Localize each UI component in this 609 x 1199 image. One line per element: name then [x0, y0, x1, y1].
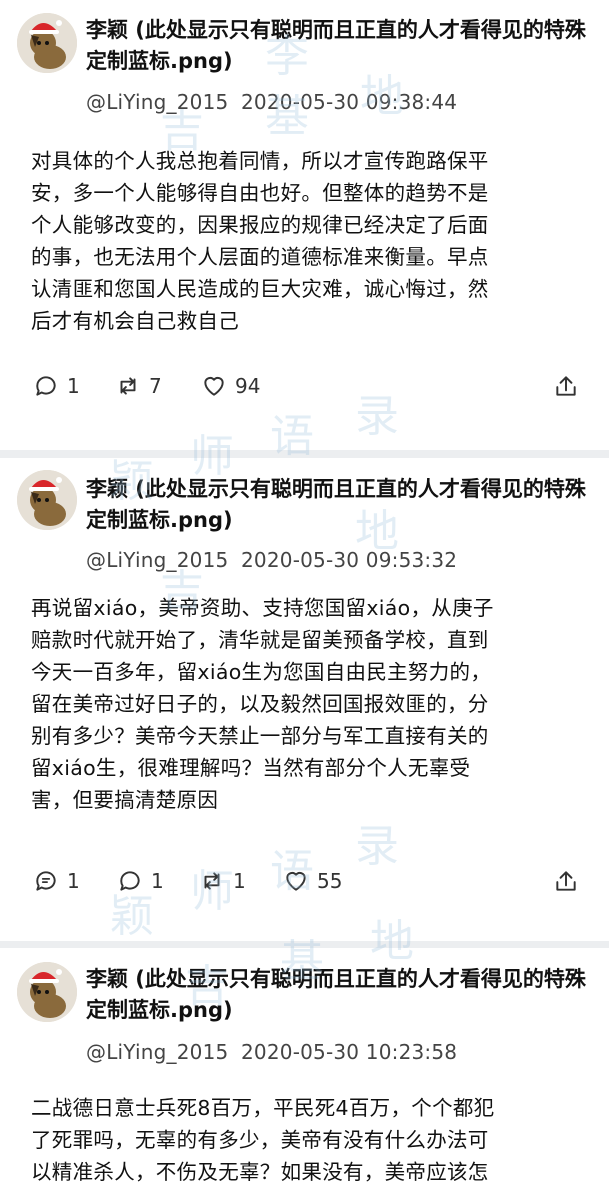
avatar[interactable]	[17, 13, 77, 73]
comment-icon	[120, 871, 140, 891]
retweet-icon	[120, 377, 136, 395]
display-name[interactable]: 李颖 (此处显示只有聪明而且正直的人才看得见的特殊定制蓝标.png)	[86, 15, 586, 77]
user-handle[interactable]: @LiYing_2015	[86, 1040, 228, 1064]
quote-count: 1	[67, 869, 80, 893]
heart-icon	[286, 871, 306, 891]
share-icon	[556, 871, 576, 891]
retweet-icon	[204, 872, 220, 890]
handle-timestamp: @LiYing_2015 2020-05-30 10:23:58	[86, 1040, 457, 1064]
retweet-count: 7	[149, 374, 162, 398]
tweet-actions: 1 1 1 55	[33, 868, 579, 898]
tweet-card[interactable]: 李颖 (此处显示只有聪明而且正直的人才看得见的特殊定制蓝标.png) @LiYi…	[0, 0, 609, 450]
dog-avatar-icon	[17, 470, 77, 530]
heart-icon	[204, 376, 224, 396]
user-handle[interactable]: @LiYing_2015	[86, 90, 228, 114]
avatar[interactable]	[17, 470, 77, 530]
dog-avatar-icon	[17, 13, 77, 73]
tweet-card[interactable]: 李颖 (此处显示只有聪明而且正直的人才看得见的特殊定制蓝标.png) @LiYi…	[0, 948, 609, 1199]
timestamp: 2020-05-30 09:38:44	[241, 90, 458, 114]
timestamp: 2020-05-30 10:23:58	[241, 1040, 458, 1064]
reply-button[interactable]: 1	[117, 868, 164, 894]
like-count: 55	[317, 869, 343, 893]
like-button[interactable]: 55	[283, 868, 342, 894]
share-button[interactable]	[553, 868, 579, 898]
tweet-actions: 1 7 94	[33, 373, 579, 403]
like-button[interactable]: 94	[201, 373, 260, 399]
tweet-text: 对具体的个人我总抱着同情，所以才宣传跑路保平 安，多一个人能够得自由也好。但整体…	[31, 149, 489, 333]
quote-button[interactable]: 1	[33, 868, 80, 894]
dog-avatar-icon	[17, 962, 77, 1022]
avatar[interactable]	[17, 962, 77, 1022]
tweet-card[interactable]: 李颖 (此处显示只有聪明而且正直的人才看得见的特殊定制蓝标.png) @LiYi…	[0, 458, 609, 941]
share-button[interactable]	[553, 373, 579, 403]
retweet-button[interactable]: 7	[115, 373, 162, 399]
tweet-text: 二战德日意士兵死8百万，平民死4百万，个个都犯 了死罪吗，无辜的有多少，美帝有没…	[31, 1096, 495, 1184]
comment-icon	[36, 376, 56, 396]
display-name[interactable]: 李颖 (此处显示只有聪明而且正直的人才看得见的特殊定制蓝标.png)	[86, 474, 586, 536]
handle-timestamp: @LiYing_2015 2020-05-30 09:53:32	[86, 548, 457, 572]
reply-count: 1	[151, 869, 164, 893]
retweet-button[interactable]: 1	[199, 868, 246, 894]
tweet-text: 再说留xiáo，美帝资助、支持您国留xiáo，从庚子 赔款时代就开始了，清华就是…	[31, 596, 494, 812]
share-icon	[556, 376, 576, 396]
user-handle[interactable]: @LiYing_2015	[86, 548, 228, 572]
quote-icon	[36, 871, 56, 891]
like-count: 94	[235, 374, 261, 398]
retweet-count: 1	[233, 869, 246, 893]
reply-button[interactable]: 1	[33, 373, 80, 399]
handle-timestamp: @LiYing_2015 2020-05-30 09:38:44	[86, 90, 457, 114]
reply-count: 1	[67, 374, 80, 398]
display-name[interactable]: 李颖 (此处显示只有聪明而且正直的人才看得见的特殊定制蓝标.png)	[86, 964, 586, 1026]
timestamp: 2020-05-30 09:53:32	[241, 548, 458, 572]
